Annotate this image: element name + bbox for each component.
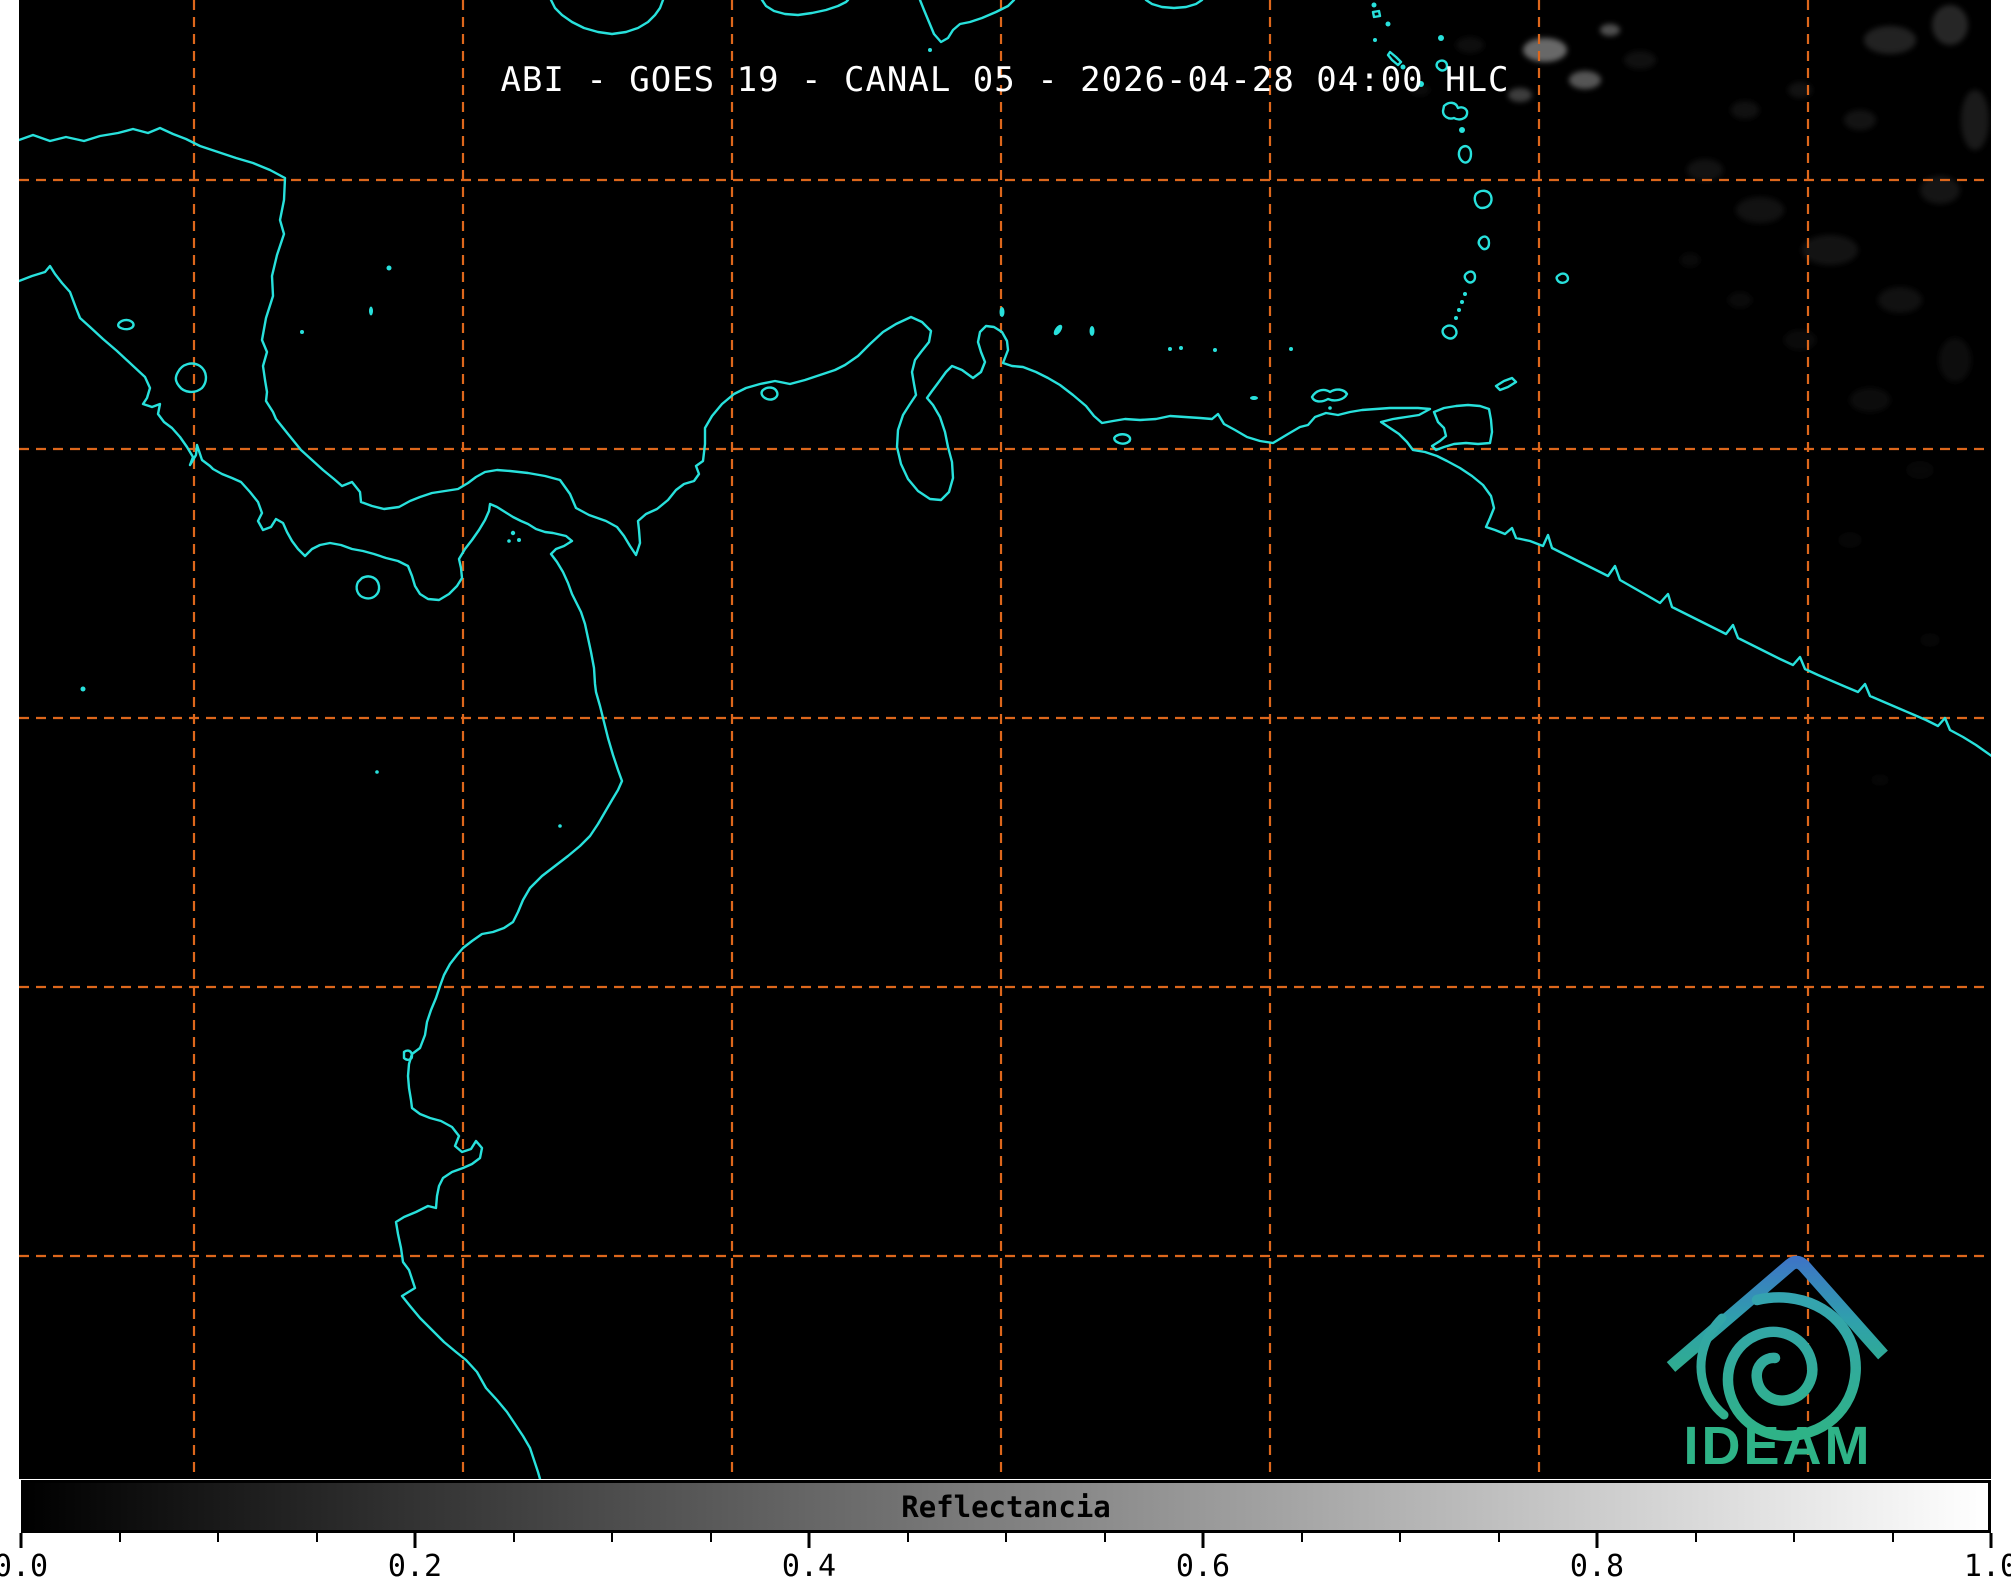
map-title: ABI - GOES 19 - CANAL 05 - 2026-04-28 04… (500, 60, 1510, 100)
colorbar-title: Reflectancia (901, 1489, 1111, 1524)
colorbar-minor-tick (611, 1533, 613, 1542)
colorbar-tick-label: 0.0 (0, 1549, 49, 1577)
colorbar-minor-tick (217, 1533, 219, 1542)
colorbar-axis: 0.0 0.2 0.4 0.6 0.8 1.0 (0, 1533, 2011, 1577)
colorbar-major-tick (19, 1533, 23, 1548)
colorbar-minor-tick (1399, 1533, 1401, 1542)
colorbar-tick-label: 0.8 (1569, 1549, 1625, 1577)
colorbar-minor-tick (1103, 1533, 1106, 1542)
figure-canvas: IDEAM ABI - GOES 19 - CANAL 05 - 2026-04… (0, 0, 2011, 1577)
colorbar-tick-label: 0.6 (1175, 1549, 1231, 1577)
colorbar-minor-tick (315, 1533, 318, 1542)
colorbar-tick-label: 0.4 (781, 1549, 837, 1577)
colorbar-tick-label: 1.0 (1963, 1549, 2011, 1577)
colorbar-minor-tick (709, 1533, 712, 1542)
colorbar-major-tick (413, 1533, 417, 1548)
colorbar-major-tick (1595, 1533, 1599, 1548)
colorbar-minor-tick (118, 1533, 121, 1542)
colorbar-tick-label: 0.2 (387, 1549, 443, 1577)
colorbar-minor-tick (1694, 1533, 1697, 1542)
colorbar-major-tick (1201, 1533, 1205, 1548)
colorbar-minor-tick (1793, 1533, 1795, 1542)
satellite-map-area (19, 0, 1991, 1479)
colorbar-major-tick (1989, 1533, 1993, 1548)
colorbar-minor-tick (1300, 1533, 1303, 1542)
colorbar-minor-tick (1891, 1533, 1894, 1542)
colorbar: Reflectancia (21, 1480, 1991, 1533)
colorbar-minor-tick (1497, 1533, 1500, 1542)
colorbar-major-tick (807, 1533, 811, 1548)
colorbar-minor-tick (512, 1533, 515, 1542)
colorbar-minor-tick (1005, 1533, 1007, 1542)
colorbar-minor-tick (906, 1533, 909, 1542)
